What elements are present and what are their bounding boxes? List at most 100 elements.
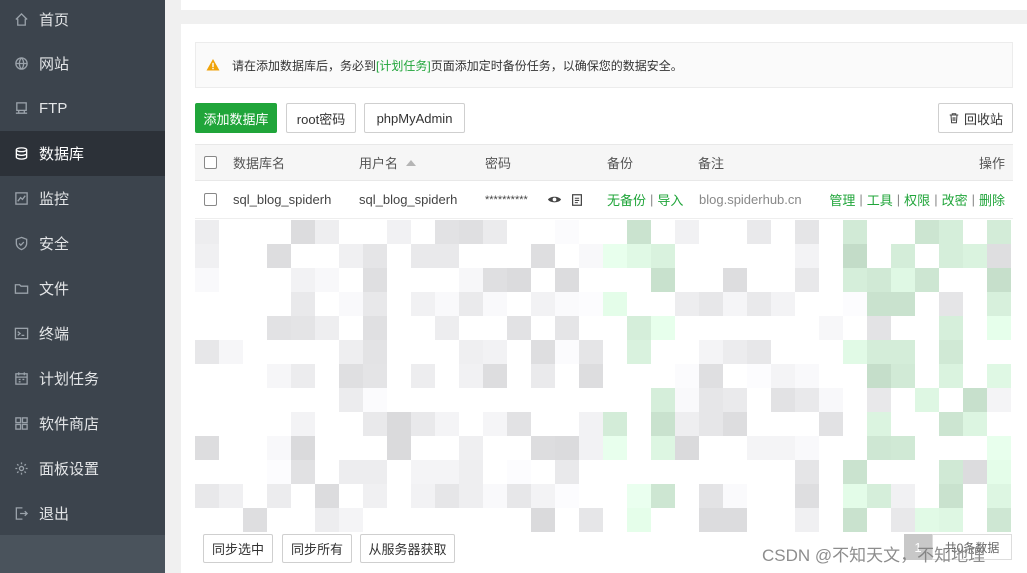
monitor-icon [13, 191, 29, 207]
sidebar-item-database[interactable]: 数据库 [0, 131, 165, 176]
manage-link[interactable]: 管理 [829, 190, 855, 209]
mosaic-tile [435, 220, 459, 244]
row-note[interactable]: blog.spiderhub.cn [699, 181, 802, 218]
mosaic-tile [987, 316, 1011, 340]
root-password-button[interactable]: root密码 [286, 103, 356, 133]
mosaic-tile [891, 340, 915, 364]
mosaic-tile [819, 412, 843, 436]
import-link[interactable]: 导入 [657, 190, 683, 209]
trash-icon [949, 113, 959, 124]
sync-selected-button[interactable]: 同步选中 [203, 534, 273, 563]
mosaic-tile [315, 508, 339, 532]
sidebar-item-label: 首页 [39, 11, 70, 29]
change-password-link[interactable]: 改密 [942, 190, 968, 209]
mosaic-tile [939, 316, 963, 340]
mosaic-tile [243, 508, 267, 532]
mosaic-tile [939, 244, 963, 268]
mosaic-tile [411, 460, 435, 484]
phpmyadmin-button[interactable]: phpMyAdmin [364, 103, 465, 133]
no-backup-link[interactable]: 无备份 [607, 190, 646, 209]
sidebar-item-home[interactable]: 首页 [0, 0, 165, 38]
mosaic-tile [891, 364, 915, 388]
sidebar-item-label: 终端 [39, 326, 70, 343]
sidebar-item-cron[interactable]: 计划任务 [0, 356, 165, 401]
mosaic-tile [267, 484, 291, 508]
mosaic-tile [627, 244, 651, 268]
header-db-name[interactable]: 数据库名 [233, 145, 285, 180]
mosaic-tile [531, 364, 555, 388]
mosaic-tile [939, 220, 963, 244]
sidebar-item-software-store[interactable]: 软件商店 [0, 401, 165, 446]
mosaic-tile [915, 220, 939, 244]
mosaic-tile [891, 244, 915, 268]
sidebar-item-label: 软件商店 [39, 416, 100, 433]
sync-all-button[interactable]: 同步所有 [282, 534, 352, 563]
sidebar-item-logout[interactable]: 退出 [0, 491, 165, 536]
mosaic-tile [315, 268, 339, 292]
mosaic-tile [483, 484, 507, 508]
permissions-link[interactable]: 权限 [904, 190, 930, 209]
mosaic-tile [363, 484, 387, 508]
mosaic-tile [843, 484, 867, 508]
mosaic-tile [891, 484, 915, 508]
fetch-from-server-button[interactable]: 从服务器获取 [360, 534, 455, 563]
mosaic-tile [987, 292, 1011, 316]
sidebar-item-monitor[interactable]: 监控 [0, 176, 165, 221]
mosaic-tile [411, 292, 435, 316]
mosaic-tile [363, 388, 387, 412]
mosaic-tile [435, 484, 459, 508]
select-all-checkbox[interactable] [204, 156, 217, 169]
mosaic-tile [339, 364, 363, 388]
mosaic-tile [531, 244, 555, 268]
mosaic-tile [795, 244, 819, 268]
sort-asc-icon [406, 159, 417, 166]
mosaic-tile [363, 340, 387, 364]
recycle-bin-button[interactable]: 回收站 [938, 103, 1013, 133]
header-password: 密码 [485, 156, 512, 171]
sidebar-item-security[interactable]: 安全 [0, 221, 165, 266]
mosaic-tile [675, 412, 699, 436]
add-database-button[interactable]: 添加数据库 [195, 103, 277, 133]
tools-link[interactable]: 工具 [867, 190, 893, 209]
mosaic-tile [771, 292, 795, 316]
pixelated-redacted-rows [195, 220, 1013, 532]
mosaic-tile [267, 460, 291, 484]
show-password-icon[interactable] [547, 181, 562, 218]
mosaic-tile [987, 220, 1011, 244]
mosaic-tile [339, 388, 363, 412]
mosaic-tile [627, 220, 651, 244]
sidebar-item-website[interactable]: 网站 [0, 41, 165, 86]
mosaic-tile [483, 292, 507, 316]
mosaic-tile [939, 508, 963, 532]
mosaic-tile [363, 460, 387, 484]
mosaic-tile [363, 292, 387, 316]
logout-icon [13, 506, 29, 522]
sidebar-item-ftp[interactable]: FTP [0, 86, 165, 131]
copy-password-icon[interactable] [570, 181, 584, 218]
mosaic-tile [843, 340, 867, 364]
mosaic-tile [387, 436, 411, 460]
mosaic-tile [651, 436, 675, 460]
mosaic-tile [699, 412, 723, 436]
sidebar: 首页 网站 FTP 数据库 监控 安全 文件 终端 计划任务 软件商店 面板设置 [0, 0, 165, 573]
mosaic-tile [867, 412, 891, 436]
mosaic-tile [555, 484, 579, 508]
mosaic-tile [363, 364, 387, 388]
mosaic-tile [219, 340, 243, 364]
sidebar-item-panel-settings[interactable]: 面板设置 [0, 446, 165, 491]
sidebar-item-terminal[interactable]: 终端 [0, 311, 165, 356]
mosaic-tile [579, 436, 603, 460]
header-username[interactable]: 用户名 [359, 145, 417, 180]
mosaic-tile [459, 364, 483, 388]
row-checkbox[interactable] [204, 193, 217, 206]
mosaic-tile [819, 388, 843, 412]
notice-cron-link[interactable]: [计划任务] [376, 57, 431, 74]
mosaic-tile [795, 364, 819, 388]
mosaic-tile [867, 484, 891, 508]
mosaic-tile [963, 460, 987, 484]
mosaic-tile [531, 340, 555, 364]
mosaic-tile [555, 220, 579, 244]
delete-link[interactable]: 删除 [979, 190, 1005, 209]
mosaic-tile [363, 244, 387, 268]
sidebar-item-files[interactable]: 文件 [0, 266, 165, 311]
